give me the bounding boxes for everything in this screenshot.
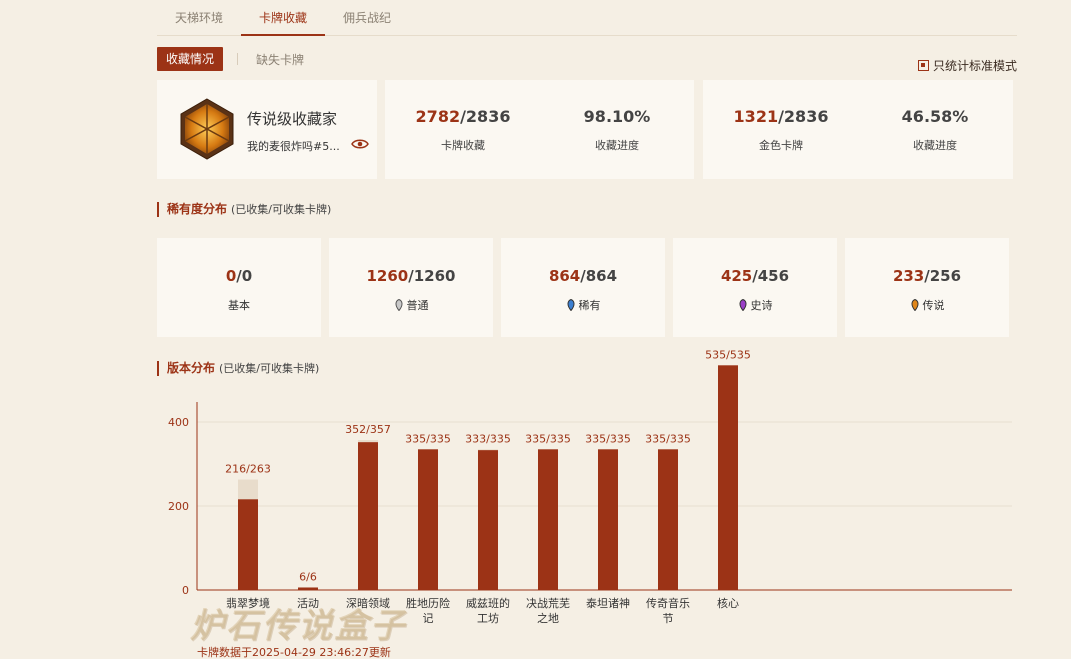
- bar-remaining: [478, 449, 498, 451]
- bar-data-label: 333/335: [465, 432, 511, 445]
- x-category-label: 传奇音乐: [646, 596, 690, 610]
- bar-data-label: 335/335: [525, 432, 571, 445]
- x-category-label: 决战荒芜: [526, 596, 570, 610]
- bar-data-label: 216/263: [225, 463, 271, 476]
- bar-collected: [238, 499, 258, 590]
- version-distribution-chart: 0200400216/263翡翠梦境6/6活动352/357深暗领域335/33…: [168, 348, 1012, 625]
- bar-collected: [718, 365, 738, 590]
- bar-data-label: 535/535: [705, 348, 751, 361]
- x-category-label: 威兹班的: [466, 596, 510, 610]
- bar-collected: [358, 442, 378, 590]
- x-category-label: 记: [423, 612, 434, 625]
- watermark-logo: 炉石传说盒子: [190, 606, 406, 646]
- x-category-label: 胜地历险: [406, 596, 450, 610]
- y-tick-label: 200: [168, 500, 189, 513]
- x-category-label: 节: [663, 612, 674, 625]
- bar-collected: [658, 449, 678, 590]
- bar-remaining: [358, 440, 378, 443]
- bar-data-label: 335/335: [405, 432, 451, 445]
- bar-collected: [298, 587, 318, 590]
- bar-collected: [538, 449, 558, 590]
- x-category-label: 之地: [537, 611, 559, 625]
- y-tick-label: 0: [182, 584, 189, 597]
- x-category-label: 工坊: [477, 611, 499, 625]
- bar-data-label: 352/357: [345, 423, 391, 436]
- y-tick-label: 400: [168, 416, 189, 429]
- bar-collected: [478, 450, 498, 590]
- bar-collected: [598, 449, 618, 590]
- bar-remaining: [238, 479, 258, 500]
- bar-collected: [418, 449, 438, 590]
- bar-data-label: 335/335: [645, 432, 691, 445]
- update-timestamp: 卡牌数据于2025-04-29 23:46:27更新: [197, 646, 391, 659]
- x-category-label: 核心: [717, 596, 739, 610]
- bar-data-label: 6/6: [299, 570, 317, 583]
- x-category-label: 泰坦诸神: [586, 596, 630, 610]
- bar-data-label: 335/335: [585, 432, 631, 445]
